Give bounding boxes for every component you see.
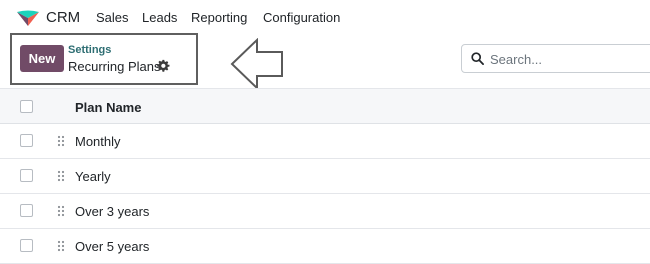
plan-name-cell: Monthly <box>75 134 121 149</box>
menu-sales[interactable]: Sales <box>96 10 129 25</box>
plan-name-cell: Yearly <box>75 169 111 184</box>
table-row[interactable]: Yearly <box>0 159 650 194</box>
row-checkbox[interactable] <box>20 204 33 217</box>
drag-handle-icon[interactable] <box>57 205 65 217</box>
plan-name-cell: Over 3 years <box>75 204 150 219</box>
column-header-plan-name[interactable]: Plan Name <box>75 100 141 115</box>
drag-handle-icon[interactable] <box>57 135 65 147</box>
menu-configuration[interactable]: Configuration <box>263 10 340 25</box>
table-row[interactable]: Over 3 years <box>0 194 650 229</box>
crm-logo-icon[interactable] <box>16 9 40 27</box>
new-button[interactable]: New <box>20 45 64 72</box>
table-row[interactable]: Over 5 years <box>0 229 650 264</box>
page-title: Recurring Plans <box>68 59 161 74</box>
select-all-checkbox[interactable] <box>20 100 33 113</box>
search-input[interactable] <box>490 50 650 68</box>
app-name[interactable]: CRM <box>46 9 80 26</box>
plan-name-cell: Over 5 years <box>75 239 150 254</box>
row-checkbox[interactable] <box>20 134 33 147</box>
gear-icon[interactable] <box>156 59 170 73</box>
breadcrumb-settings[interactable]: Settings <box>68 44 111 56</box>
menu-leads[interactable]: Leads <box>142 10 177 25</box>
row-checkbox[interactable] <box>20 169 33 182</box>
row-checkbox[interactable] <box>20 239 33 252</box>
table-row[interactable]: Monthly <box>0 124 650 159</box>
drag-handle-icon[interactable] <box>57 170 65 182</box>
annotation-arrow-icon <box>230 38 283 90</box>
menu-reporting[interactable]: Reporting <box>191 10 247 25</box>
table-header: Plan Name <box>0 88 650 124</box>
search-box[interactable] <box>461 44 650 73</box>
search-icon <box>471 52 484 65</box>
top-navbar: CRM Sales Leads Reporting Configuration <box>0 0 650 36</box>
drag-handle-icon[interactable] <box>57 240 65 252</box>
